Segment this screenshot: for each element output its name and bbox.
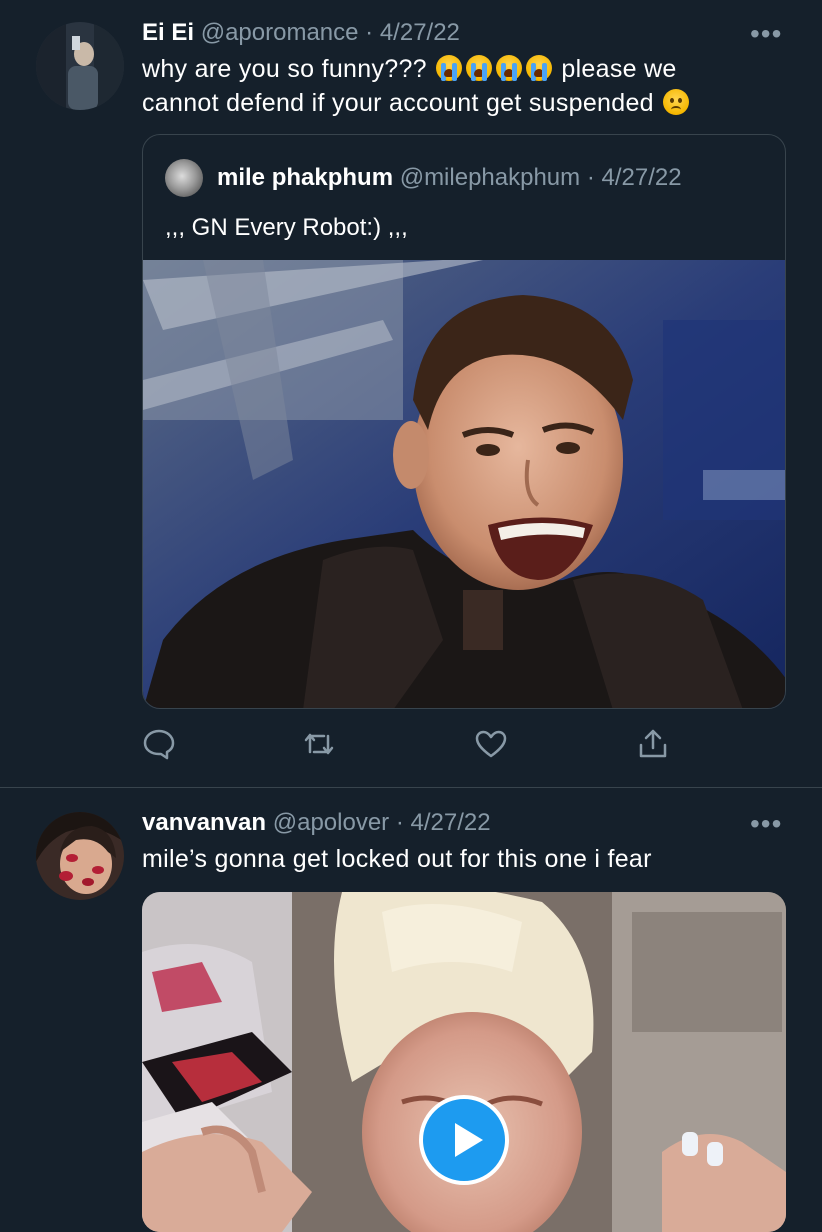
tweet-date[interactable]: 4/27/22 bbox=[411, 809, 491, 836]
reply-icon[interactable] bbox=[142, 728, 176, 760]
more-options-button[interactable]: ••• bbox=[750, 810, 782, 838]
tweet-text-part: why are you so funny??? bbox=[142, 55, 427, 83]
separator: · bbox=[365, 19, 374, 46]
quoted-header: mile phakphum @milephakphum · 4/27/22 bbox=[217, 163, 682, 193]
separator: · bbox=[586, 164, 595, 191]
quoted-handle: @milephakphum bbox=[399, 164, 581, 191]
quoted-image[interactable] bbox=[143, 260, 785, 708]
tweet-video[interactable] bbox=[142, 892, 786, 1232]
avatar[interactable] bbox=[36, 812, 124, 900]
avatar[interactable] bbox=[36, 22, 124, 110]
tweet-1[interactable]: Ei Ei @aporomance · 4/27/22 ••• why are … bbox=[0, 0, 822, 787]
quoted-date: 4/27/22 bbox=[601, 164, 682, 191]
loudly-crying-face-icon bbox=[526, 55, 553, 81]
like-icon[interactable] bbox=[474, 728, 508, 760]
tweet-text-part: cannot defend if your account get suspen… bbox=[142, 89, 654, 117]
tweet-actions bbox=[142, 728, 702, 760]
tweet-text: mile’s gonna get locked out for this one… bbox=[142, 845, 652, 873]
loudly-crying-face-icon bbox=[496, 55, 523, 81]
play-icon bbox=[455, 1123, 483, 1157]
display-name[interactable]: vanvanvan bbox=[142, 809, 266, 836]
share-icon[interactable] bbox=[636, 728, 670, 760]
play-button[interactable] bbox=[419, 1095, 509, 1185]
quoted-text: ,,, GN Every Robot:) ,,, bbox=[165, 214, 408, 241]
more-options-button[interactable]: ••• bbox=[750, 20, 782, 48]
tweet-text-part: please we bbox=[561, 55, 677, 83]
quoted-tweet[interactable]: mile phakphum @milephakphum · 4/27/22 ,,… bbox=[142, 134, 786, 709]
separator: · bbox=[395, 809, 404, 836]
display-name[interactable]: Ei Ei bbox=[142, 19, 194, 46]
quoted-display-name: mile phakphum bbox=[217, 164, 394, 191]
handle[interactable]: @aporomance bbox=[201, 19, 359, 46]
tweet-date[interactable]: 4/27/22 bbox=[380, 19, 460, 46]
retweet-icon[interactable] bbox=[302, 728, 336, 760]
quoted-avatar bbox=[165, 159, 203, 197]
handle[interactable]: @apolover bbox=[273, 809, 389, 836]
tweet-header: Ei Ei @aporomance · 4/27/22 bbox=[142, 18, 460, 48]
worried-face-icon bbox=[663, 89, 690, 115]
loudly-crying-face-icon bbox=[466, 55, 493, 81]
loudly-crying-face-icon bbox=[436, 55, 463, 81]
tweet-header: vanvanvan @apolover · 4/27/22 bbox=[142, 808, 491, 838]
tweet-text: why are you so funny??? please we cannot… bbox=[142, 52, 782, 120]
